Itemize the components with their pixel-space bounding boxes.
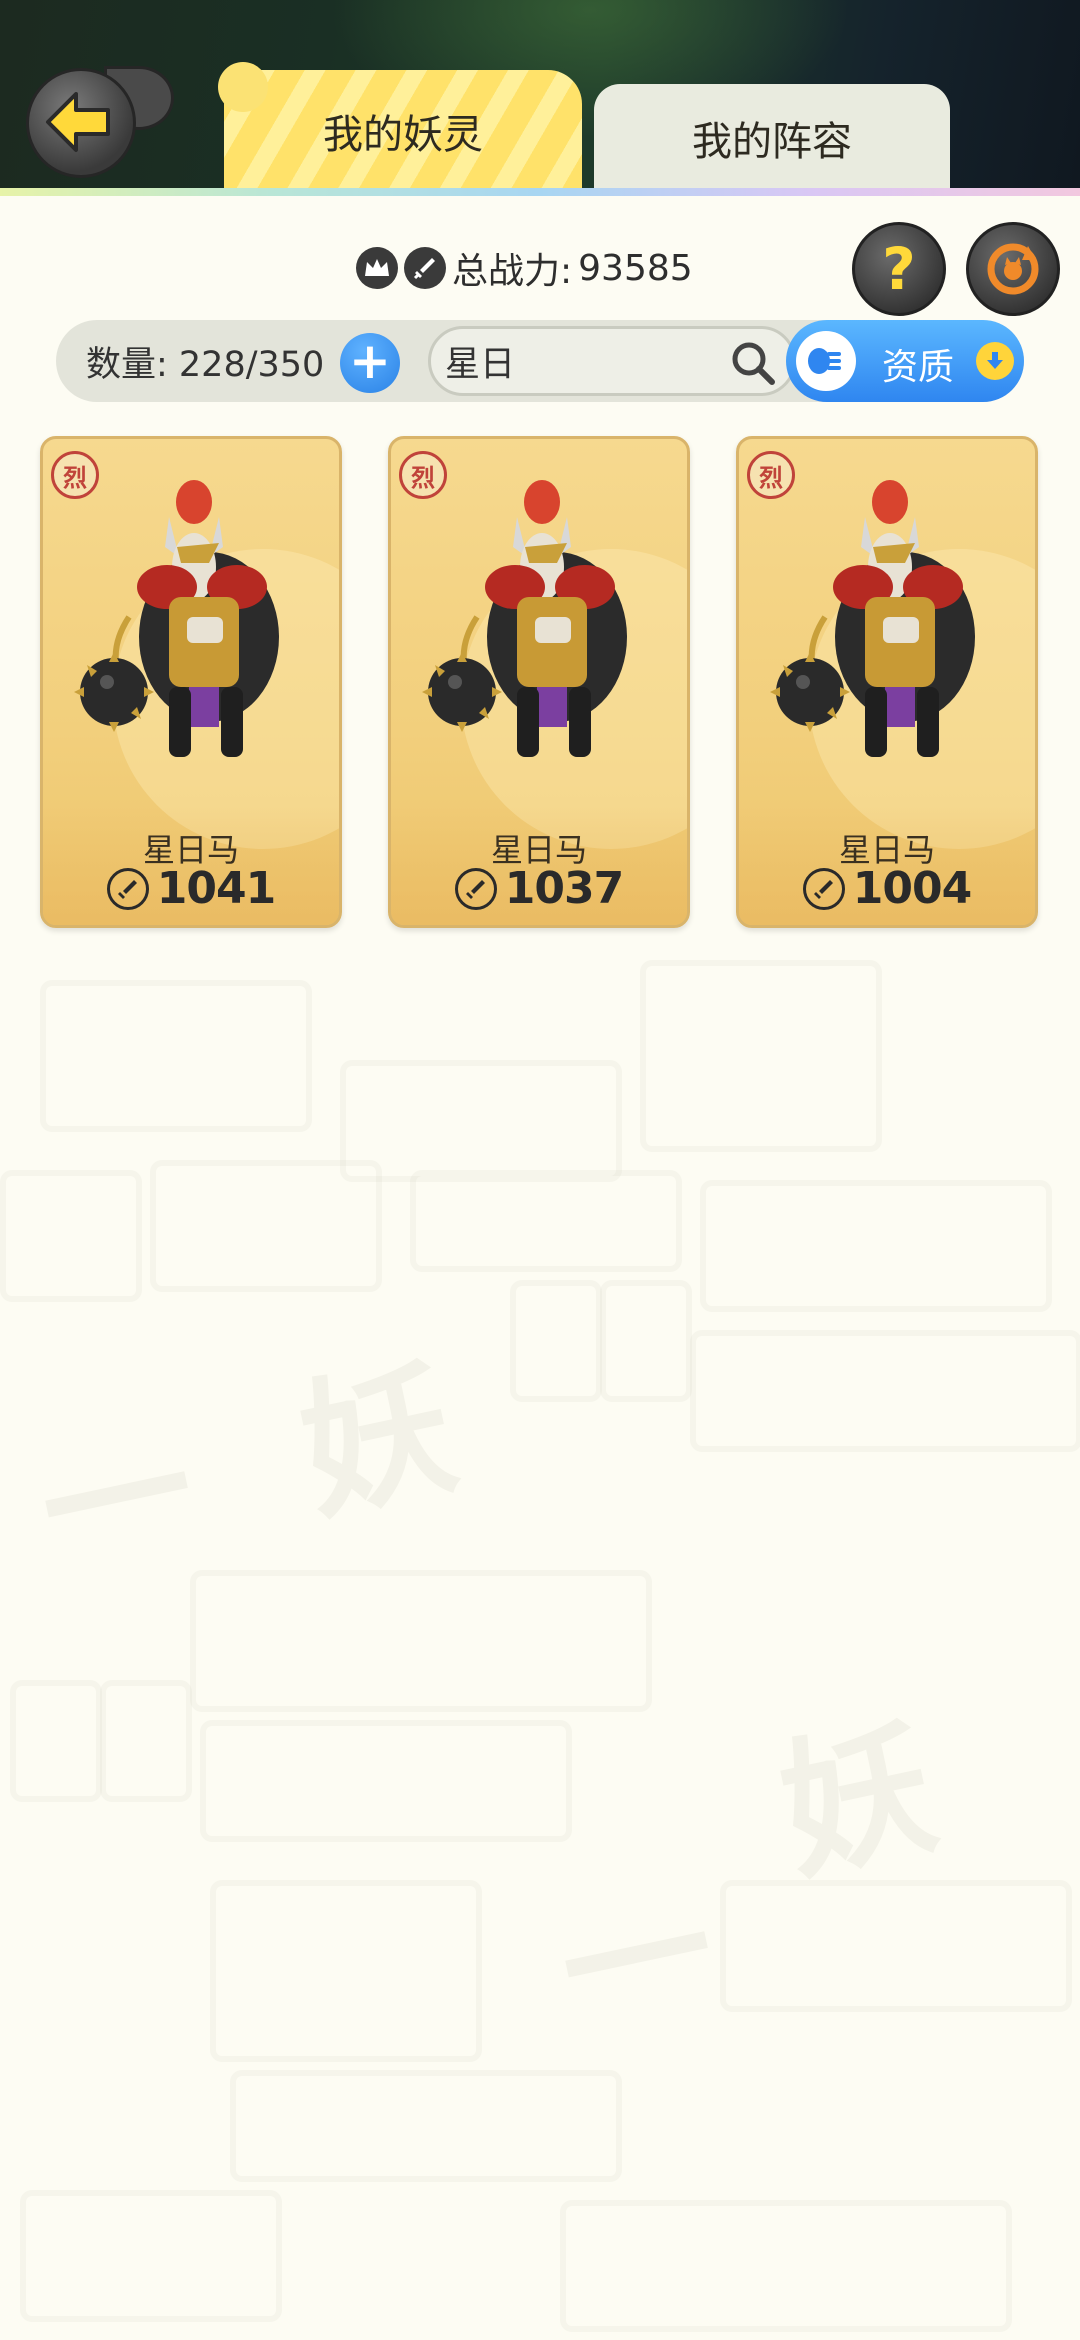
back-arrow-icon xyxy=(46,92,110,152)
tab-my-spirits[interactable]: 我的妖灵 xyxy=(218,62,582,192)
sort-label: 资质 xyxy=(882,347,955,388)
back-button[interactable] xyxy=(26,66,174,178)
crown-icon xyxy=(356,247,398,289)
spirit-portrait xyxy=(770,480,975,757)
spirit-power-value: 1041 xyxy=(156,863,276,914)
total-power-value: 93585 xyxy=(578,247,693,289)
sword-icon xyxy=(802,867,845,910)
spirit-card[interactable]: 烈 星日马 1037 xyxy=(388,436,690,928)
search-input[interactable] xyxy=(445,329,715,393)
spirit-power: 1041 xyxy=(43,863,339,914)
tab-my-lineup[interactable]: 我的阵容 xyxy=(594,84,950,192)
sword-icon xyxy=(404,247,446,289)
spirit-power: 1004 xyxy=(739,863,1035,914)
arrow-down-icon xyxy=(976,342,1014,380)
question-icon: ? xyxy=(882,235,916,303)
spirit-power-value: 1004 xyxy=(852,863,972,914)
sort-quality-button[interactable]: 资质 xyxy=(786,320,1024,402)
refresh-button[interactable] xyxy=(966,222,1060,316)
sword-icon xyxy=(454,867,497,910)
help-button[interactable]: ? xyxy=(852,222,946,316)
tab-my-lineup-label: 我的阵容 xyxy=(692,119,852,165)
sword-icon xyxy=(106,867,149,910)
spirit-count: 数量: 228/350 xyxy=(86,344,325,385)
filter-bar: 数量: 228/350 + 资质 xyxy=(56,320,1024,402)
add-capacity-button[interactable]: + xyxy=(340,333,400,393)
magnifier-icon[interactable] xyxy=(729,339,777,387)
header-divider xyxy=(0,188,1080,196)
sort-list-icon xyxy=(796,331,856,391)
tab-my-spirits-label: 我的妖灵 xyxy=(323,112,483,158)
refresh-icon xyxy=(987,243,1039,295)
spirit-card[interactable]: 烈 星日马 1004 xyxy=(736,436,1038,928)
spirit-power-value: 1037 xyxy=(504,863,624,914)
spirit-portrait xyxy=(74,480,279,757)
header-bar: 我的妖灵 我的阵容 xyxy=(0,0,1080,196)
total-power: 总战力: 93585 xyxy=(356,240,693,296)
plus-icon: + xyxy=(349,332,391,390)
search-field[interactable] xyxy=(428,326,796,396)
spirit-portrait xyxy=(422,480,627,757)
spirit-card[interactable]: 烈 星日马 1041 xyxy=(40,436,342,928)
total-power-label: 总战力: xyxy=(452,251,573,292)
spirit-power: 1037 xyxy=(391,863,687,914)
